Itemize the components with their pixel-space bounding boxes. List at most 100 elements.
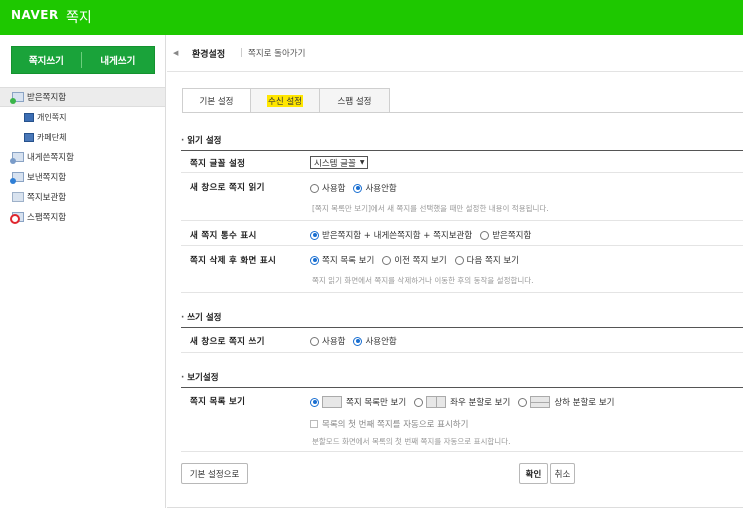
tab-label: 스팸 설정 — [337, 97, 372, 107]
checkbox-label: 목록의 첫 번째 쪽지를 자동으로 표시하기 — [322, 420, 469, 430]
collapse-sidebar-icon[interactable]: ◀ — [173, 49, 178, 57]
option-label: 쪽지 목록만 보기 — [346, 398, 407, 408]
person-icon — [24, 112, 34, 122]
new-count-inbox-only[interactable]: 받은쪽지함 — [480, 229, 531, 241]
settings-panel: ◀ 환경설정 쪽지로 돌아가기 기본 설정 수신 설정 스팸 설정 읽기 설정 … — [167, 35, 743, 508]
after-delete-prev[interactable]: 이전 쪽지 보기 — [382, 254, 447, 266]
top-bar: NAVER 쪽지 — [0, 0, 743, 35]
option-label: 사용안함 — [365, 337, 397, 347]
radio-icon — [310, 336, 319, 346]
list-view-split-vertical[interactable]: 상하 분할로 보기 — [518, 396, 614, 408]
font-select-value: 시스템 글꼴 — [314, 158, 356, 169]
radio-icon — [454, 255, 464, 265]
sidebar-item-label: 내게쓴쪽지함 — [27, 153, 74, 163]
option-label: 다음 쪽지 보기 — [466, 256, 519, 266]
sidebar-item-archive[interactable]: 쪽지보관함 — [0, 187, 165, 207]
option-label: 사용함 — [322, 184, 346, 194]
option-label: 사용안함 — [365, 184, 397, 194]
tab-spam-settings[interactable]: 스팸 설정 — [319, 88, 390, 113]
radio-selected-icon — [310, 230, 319, 240]
page-title: 환경설정 — [192, 50, 226, 60]
tab-underline — [182, 112, 743, 113]
group-icon — [24, 132, 34, 142]
tab-receive-settings[interactable]: 수신 설정 — [250, 88, 320, 113]
sidebar-item-label: 스팸쪽지함 — [27, 213, 67, 223]
option-label: 사용함 — [322, 337, 346, 347]
app-title[interactable]: 쪽지 — [66, 7, 92, 27]
row-label: 쪽지 목록 보기 — [190, 397, 246, 407]
sidebar-item-personal[interactable]: 개인쪽지 — [0, 107, 165, 127]
confirm-button[interactable]: 확인 — [519, 463, 548, 484]
compose-button[interactable]: 쪽지쓰기 — [12, 47, 81, 73]
read-new-window-off[interactable]: 사용안함 — [353, 182, 397, 194]
inbox-icon — [10, 92, 24, 104]
list-view-list-only[interactable]: 쪽지 목록만 보기 — [310, 396, 406, 408]
radio-selected-icon — [310, 255, 319, 265]
sidebar: 쪽지쓰기 내게쓰기 받은쪽지함 개인쪽지 카페단체 내게쓴쪽지함 보낸쪽지함 쪽… — [0, 35, 166, 508]
option-label: 쪽지 목록 보기 — [322, 256, 375, 266]
list-only-layout-icon — [322, 396, 342, 408]
sidebar-item-cafe-group[interactable]: 카페단체 — [0, 127, 165, 147]
sidebar-item-sent[interactable]: 보낸쪽지함 — [0, 167, 165, 187]
radio-icon — [382, 255, 392, 265]
radio-icon — [480, 230, 490, 240]
sidebar-item-label: 개인쪽지 — [37, 112, 67, 122]
sidebar-item-inbox[interactable]: 받은쪽지함 — [0, 87, 165, 107]
sidebar-item-spam[interactable]: 스팸쪽지함 — [0, 207, 165, 227]
back-to-messages-link[interactable]: 쪽지로 돌아가기 — [248, 47, 305, 59]
read-new-window-on[interactable]: 사용함 — [310, 182, 345, 194]
chevron-down-icon: ▼ — [359, 159, 365, 166]
auto-show-first-checkbox[interactable] — [310, 420, 318, 428]
option-label: 받은쪽지함 — [492, 231, 532, 241]
reset-defaults-button[interactable]: 기본 설정으로 — [181, 463, 248, 484]
write-new-window-on[interactable]: 사용함 — [310, 335, 345, 347]
radio-icon — [310, 183, 319, 193]
font-setting-row: 쪽지 글꼴 설정 시스템 글꼴 ▼ — [181, 151, 743, 173]
top-bottom-split-icon — [530, 396, 551, 408]
breadcrumb-divider — [241, 48, 242, 57]
left-right-split-icon — [426, 396, 447, 408]
auto-show-first-checkbox-row[interactable]: 목록의 첫 번째 쪽지를 자동으로 표시하기 — [310, 418, 468, 430]
sidebar-item-label: 받은쪽지함 — [27, 93, 67, 103]
sidebar-item-label: 쪽지보관함 — [27, 193, 67, 203]
sidebar-item-label: 카페단체 — [37, 132, 67, 142]
settings-tabs: 기본 설정 수신 설정 스팸 설정 — [182, 88, 390, 113]
read-settings-title: 읽기 설정 — [181, 134, 221, 146]
list-view-row: 쪽지 목록 보기 쪽지 목록만 보기 좌우 분할로 보기 상하 분할로 보기 목… — [181, 388, 743, 452]
naver-logo[interactable]: NAVER — [11, 8, 59, 22]
tab-basic-settings[interactable]: 기본 설정 — [182, 88, 251, 113]
after-delete-list[interactable]: 쪽지 목록 보기 — [310, 254, 374, 266]
self-mailbox-icon — [10, 152, 24, 164]
mailbox-nav: 받은쪽지함 개인쪽지 카페단체 내게쓴쪽지함 보낸쪽지함 쪽지보관함 스팸쪽지함 — [0, 87, 165, 227]
radio-icon — [414, 397, 424, 407]
sent-mailbox-icon — [10, 172, 24, 184]
row-label: 쪽지 삭제 후 화면 표시 — [190, 256, 277, 266]
folder-icon — [12, 192, 24, 202]
tab-label: 수신 설정 — [267, 95, 303, 107]
after-delete-note: 쪽지 읽기 화면에서 쪽지를 삭제하거나 이동한 후의 동작을 설정합니다. — [312, 276, 534, 285]
row-label: 새 쪽지 통수 표시 — [190, 231, 257, 241]
write-new-window-row: 새 창으로 쪽지 쓰기 사용함 사용안함 — [181, 328, 743, 353]
tab-label: 기본 설정 — [199, 97, 234, 107]
spam-icon — [10, 212, 24, 224]
cancel-button[interactable]: 취소 — [550, 463, 575, 484]
option-label: 받은쪽지함 + 내게쓴쪽지함 + 쪽지보관함 — [322, 231, 473, 241]
sidebar-item-label: 보낸쪽지함 — [27, 173, 67, 183]
row-label: 새 창으로 쪽지 쓰기 — [190, 337, 265, 347]
read-new-window-note: [쪽지 목록만 보기]에서 새 쪽지를 선택했을 때만 설정한 내용이 적용됩니… — [312, 204, 549, 213]
row-label: 새 창으로 쪽지 읽기 — [190, 183, 265, 193]
compose-button-group: 쪽지쓰기 내게쓰기 — [11, 46, 155, 74]
radio-selected-icon — [353, 183, 363, 193]
self-compose-button[interactable]: 내게쓰기 — [82, 47, 154, 73]
sidebar-item-self-mailbox[interactable]: 내게쓴쪽지함 — [0, 147, 165, 167]
breadcrumb: ◀ 환경설정 쪽지로 돌아가기 — [167, 35, 743, 72]
font-select[interactable]: 시스템 글꼴 ▼ — [310, 156, 369, 169]
write-new-window-off[interactable]: 사용안함 — [353, 335, 397, 347]
list-view-note: 분할모드 화면에서 목록의 첫 번째 쪽지를 자동으로 표시합니다. — [312, 437, 511, 446]
list-view-split-horizontal[interactable]: 좌우 분할로 보기 — [414, 396, 510, 408]
after-delete-next[interactable]: 다음 쪽지 보기 — [454, 254, 519, 266]
new-count-all[interactable]: 받은쪽지함 + 내게쓴쪽지함 + 쪽지보관함 — [310, 229, 472, 241]
radio-selected-icon — [353, 336, 363, 346]
write-settings-title: 쓰기 설정 — [181, 311, 221, 323]
option-label: 이전 쪽지 보기 — [394, 256, 447, 266]
